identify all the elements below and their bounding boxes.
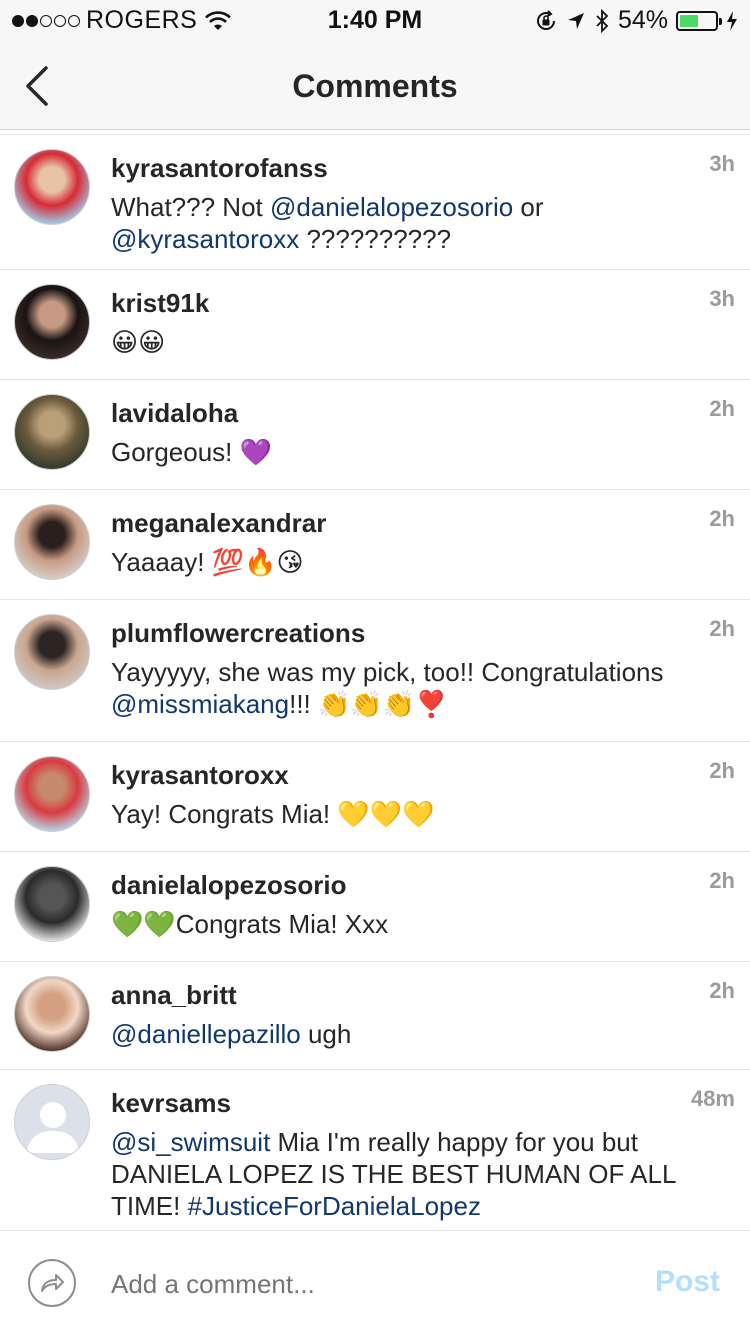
comment-row[interactable]: krist91k 3h 😀😀 xyxy=(0,270,750,380)
comment-username[interactable]: meganalexandrar xyxy=(111,508,326,539)
comment-text: Gorgeous! 💜 xyxy=(111,436,728,468)
avatar[interactable] xyxy=(14,504,90,580)
comment-text: Yay! Congrats Mia! 💛💛💛 xyxy=(111,798,728,830)
default-avatar-icon xyxy=(27,1102,79,1153)
share-arrow-icon xyxy=(41,1274,64,1292)
comment-username[interactable]: kyrasantoroxx xyxy=(111,760,289,791)
status-left: ROGERS xyxy=(12,6,232,35)
mention-link[interactable]: @danielalopezosorio xyxy=(270,192,513,222)
avatar[interactable] xyxy=(14,394,90,470)
post-button[interactable]: Post xyxy=(655,1265,720,1299)
comment-timestamp: 2h xyxy=(709,868,735,893)
comment-row[interactable]: lavidaloha 2h Gorgeous! 💜 xyxy=(0,380,750,490)
comment-row[interactable]: kyrasantoroxx 2h Yay! Congrats Mia! 💛💛💛 xyxy=(0,742,750,852)
avatar[interactable] xyxy=(14,866,90,942)
avatar[interactable] xyxy=(14,976,90,1052)
comment-text: 😀😀 xyxy=(111,326,728,358)
comment-text-segment: ugh xyxy=(300,1019,352,1049)
signal-strength-icon xyxy=(12,14,80,27)
comment-text-segment: What??? Not xyxy=(111,192,270,222)
comment-row[interactable]: danielalopezosorio 2h 💚💚Congrats Mia! Xxx xyxy=(0,852,750,962)
comment-text-segment: Yayyyyy, she was my pick, too!! Congratu… xyxy=(111,657,664,687)
avatar[interactable] xyxy=(14,1084,90,1160)
comment-text-segment: !!! 👏👏👏❣️ xyxy=(289,689,448,719)
comment-username[interactable]: lavidaloha xyxy=(111,398,238,429)
location-arrow-icon xyxy=(567,12,584,29)
signal-dot xyxy=(26,14,38,27)
battery-icon xyxy=(676,10,722,31)
avatar[interactable] xyxy=(14,284,90,360)
comment-text-segment: or xyxy=(513,192,544,222)
comment-text-segment: ?????????? xyxy=(299,224,452,254)
rotation-lock-icon xyxy=(536,9,555,30)
hashtag-link[interactable]: #JusticeForDanielaLopez xyxy=(188,1191,481,1221)
comment-timestamp: 3h xyxy=(709,286,735,311)
status-right: 54% xyxy=(534,6,738,35)
comment-text-segment: 💚💚Congrats Mia! Xxx xyxy=(111,909,389,939)
navigation-bar: Comments xyxy=(0,40,750,130)
comment-row[interactable]: kyrasantorofanss 3h What??? Not @danielalo… xyxy=(0,135,750,270)
comment-timestamp: 48m xyxy=(690,1086,735,1111)
mention-link[interactable]: @kyrasantoroxx xyxy=(111,224,299,254)
avatar[interactable] xyxy=(14,614,90,690)
comment-text-segment: Gorgeous! 💜 xyxy=(111,437,273,467)
comment-timestamp: 3h xyxy=(709,151,735,176)
comments-list: kyrasantorofanss 3h What??? Not @danielalo… xyxy=(0,134,750,1238)
signal-dot xyxy=(68,14,80,27)
comment-text: What??? Not @danielalopezosorio or @kyra… xyxy=(111,191,728,255)
mention-link[interactable]: @si_swimsuit xyxy=(111,1127,270,1157)
mention-link[interactable]: @daniellepazillo xyxy=(111,1019,301,1049)
comment-text: @daniellepazillo ugh xyxy=(111,1018,728,1050)
comment-username[interactable]: anna_britt xyxy=(111,980,237,1011)
comment-row[interactable]: plumflowercreations 2h Yayyyyy, she was my… xyxy=(0,600,750,742)
comment-timestamp: 2h xyxy=(709,396,735,421)
bluetooth-icon xyxy=(596,8,609,33)
comment-username[interactable]: kyrasantorofanss xyxy=(111,153,328,184)
comment-text: Yayyyyy, she was my pick, too!! Congratu… xyxy=(111,656,728,720)
signal-dot xyxy=(12,14,24,27)
comment-row[interactable]: kevrsams 48m @si_swimsuit Mia I'm really h… xyxy=(0,1070,750,1238)
avatar[interactable] xyxy=(14,149,90,225)
comment-text-segment: Yay! Congrats Mia! 💛💛💛 xyxy=(111,799,435,829)
comment-timestamp: 2h xyxy=(709,506,735,531)
share-button[interactable] xyxy=(28,1259,76,1307)
carrier-name: ROGERS xyxy=(86,6,198,34)
comment-timestamp: 2h xyxy=(709,616,735,641)
status-bar: ROGERS 1:40 PM 54% xyxy=(0,0,750,40)
battery-percentage: 54% xyxy=(617,6,668,34)
avatar[interactable] xyxy=(14,756,90,832)
charging-bolt-icon xyxy=(727,10,737,31)
comment-timestamp: 2h xyxy=(709,758,735,783)
comment-username[interactable]: kevrsams xyxy=(111,1088,231,1119)
comment-username[interactable]: plumflowercreations xyxy=(111,618,365,649)
wifi-icon xyxy=(205,10,232,30)
signal-dot xyxy=(40,14,52,27)
comment-composer: Post xyxy=(0,1230,750,1335)
comment-row[interactable]: meganalexandrar 2h Yaaaay! 💯🔥😘 xyxy=(0,490,750,600)
comment-text-segment: 😀😀 xyxy=(111,327,166,357)
mention-link[interactable]: @missmiakang xyxy=(111,689,289,719)
comment-row[interactable]: anna_britt 2h @daniellepazillo ugh xyxy=(0,962,750,1070)
signal-dot xyxy=(54,14,66,27)
comment-text: 💚💚Congrats Mia! Xxx xyxy=(111,908,728,940)
add-comment-input[interactable] xyxy=(111,1269,611,1300)
battery-level xyxy=(680,14,698,27)
comment-username[interactable]: danielalopezosorio xyxy=(111,870,347,901)
comment-text: @si_swimsuit Mia I'm really happy for yo… xyxy=(111,1126,728,1222)
comment-text-segment: Yaaaay! 💯🔥😘 xyxy=(111,547,304,577)
page-title: Comments xyxy=(292,68,458,104)
comment-text: Yaaaay! 💯🔥😘 xyxy=(111,546,728,578)
comment-username[interactable]: krist91k xyxy=(111,288,209,319)
comment-timestamp: 2h xyxy=(709,978,735,1003)
